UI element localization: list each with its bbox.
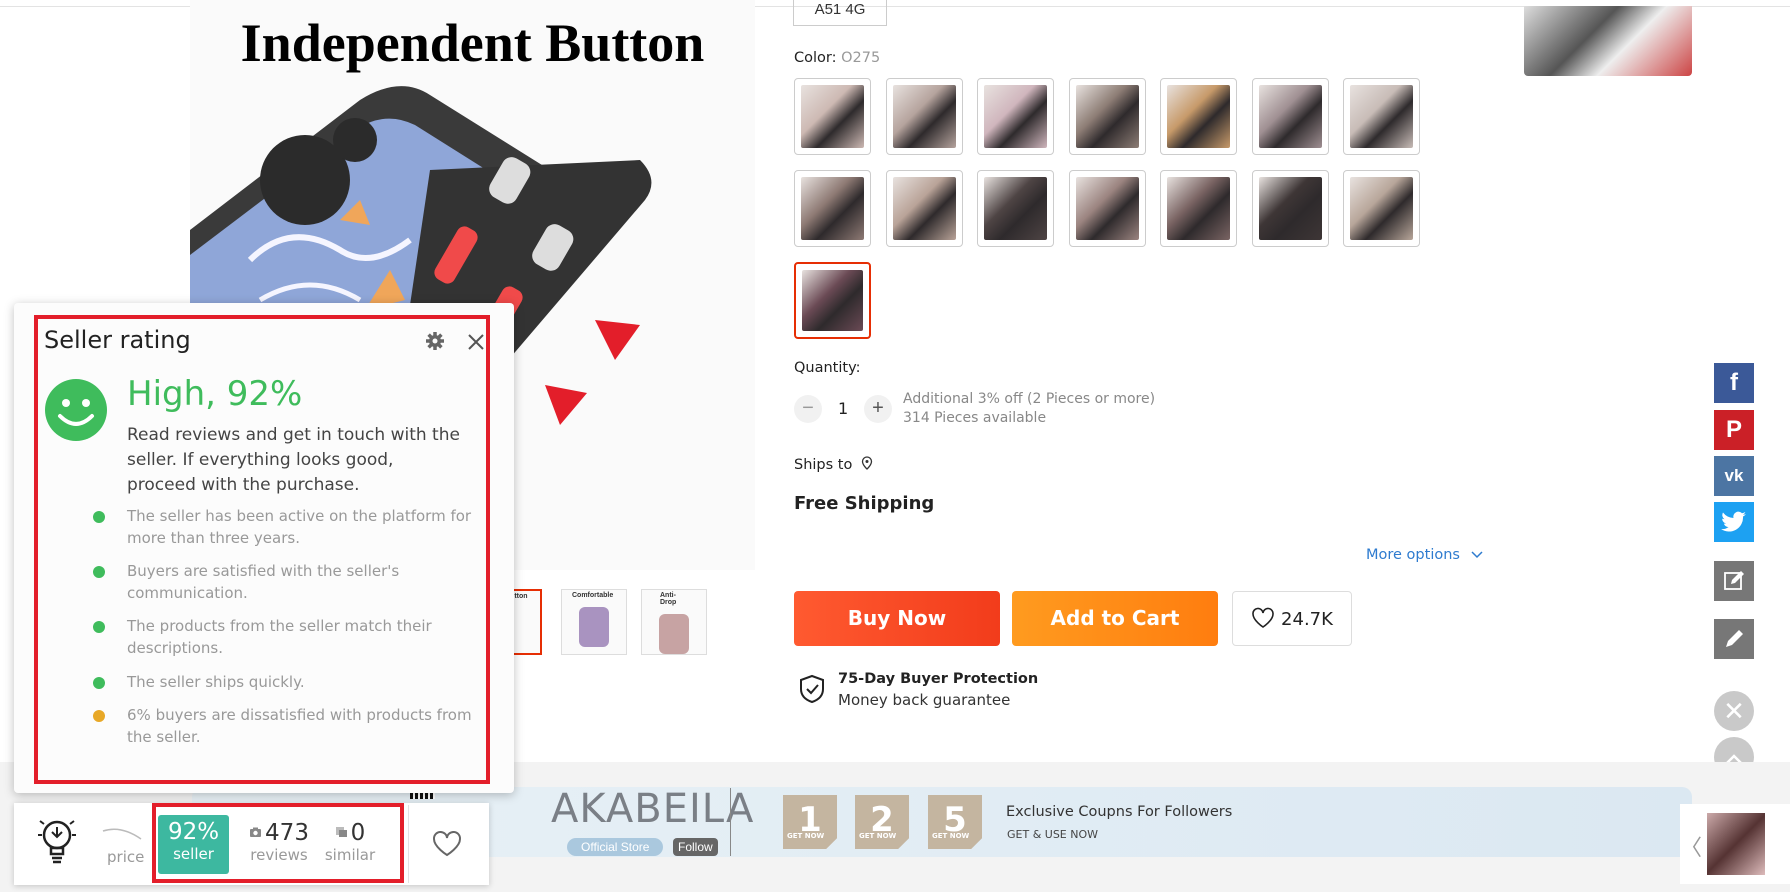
popup-title: Seller rating	[44, 326, 191, 354]
more-options-link[interactable]: More options	[1366, 547, 1483, 563]
price-label[interactable]: price	[107, 848, 144, 866]
toolbar-divider	[408, 805, 409, 883]
color-swatch[interactable]	[1251, 78, 1329, 155]
camera-icon	[250, 827, 262, 837]
reason-item: Buyers are satisfied with the seller's c…	[93, 560, 477, 604]
close-circle-icon[interactable]: ✕	[1714, 691, 1754, 731]
follow-button[interactable]: Follow	[673, 838, 718, 856]
quantity-decrease-button[interactable]: −	[794, 395, 822, 423]
seller-score-badge[interactable]: 92% seller	[158, 815, 229, 874]
wishlist-button[interactable]: 24.7K	[1232, 591, 1352, 646]
color-swatch[interactable]	[794, 262, 871, 339]
close-icon[interactable]	[467, 333, 485, 351]
chevron-left-icon[interactable]: 〈	[1680, 830, 1702, 862]
reason-item: The seller ships quickly.	[93, 671, 477, 693]
coupon-subtitle[interactable]: GET & USE NOW	[1007, 828, 1098, 841]
chevron-down-icon	[1471, 551, 1483, 559]
rating-summary: Read reviews and get in touch with the s…	[127, 425, 460, 495]
status-dot	[93, 677, 105, 689]
color-swatch[interactable]	[1160, 170, 1237, 247]
color-swatch[interactable]	[794, 78, 871, 155]
rating-level: High, 92%	[127, 374, 303, 414]
pencil-icon[interactable]	[1714, 619, 1754, 659]
protection-title: 75-Day Buyer Protection	[838, 671, 1039, 687]
pinterest-icon[interactable]: P	[1714, 410, 1754, 450]
color-swatch[interactable]	[977, 170, 1054, 247]
coupon-title: Exclusive Coupns For Followers	[1006, 804, 1233, 820]
color-swatch[interactable]	[1343, 78, 1420, 155]
vk-icon[interactable]: vk	[1714, 456, 1754, 496]
edit-icon[interactable]	[1714, 561, 1754, 601]
quantity-value[interactable]: 1	[838, 399, 848, 418]
recently-viewed-image[interactable]	[1707, 813, 1765, 875]
color-swatch[interactable]	[885, 78, 963, 155]
variant-chip[interactable]: A51 4G	[793, 0, 887, 26]
store-divider	[730, 788, 731, 856]
similar-stat[interactable]: 0 similar	[322, 820, 378, 864]
reason-item: The products from the seller match their…	[93, 615, 477, 659]
coupon-2[interactable]: 2 GET NOW	[855, 795, 909, 849]
stack-icon	[335, 827, 347, 837]
reason-item: 6% buyers are dissatisfied with products…	[93, 704, 477, 748]
discount-note: Additional 3% off (2 Pieces or more)	[903, 391, 1156, 407]
status-dot	[93, 566, 105, 578]
heart-icon	[1252, 607, 1274, 628]
add-to-cart-button[interactable]: Add to Cart	[1012, 591, 1218, 646]
coupon-1[interactable]: 1 GET NOW	[783, 795, 837, 849]
color-swatch[interactable]	[1251, 170, 1329, 247]
facebook-icon[interactable]: f	[1714, 363, 1754, 403]
color-swatch[interactable]	[794, 170, 871, 247]
buy-now-button[interactable]: Buy Now	[794, 591, 1000, 646]
reason-item: The seller has been active on the platfo…	[93, 505, 477, 549]
quantity-label: Quantity:	[794, 360, 861, 376]
location-pin-icon	[861, 456, 873, 470]
status-dot	[93, 511, 105, 523]
reviews-stat[interactable]: 473 reviews	[243, 820, 315, 864]
shield-check-icon	[800, 674, 824, 704]
coupon-3[interactable]: 5 GET NOW	[928, 795, 982, 849]
color-swatch[interactable]	[977, 78, 1054, 155]
stock-note: 314 Pieces available	[903, 410, 1047, 426]
store-name[interactable]: AKABEILA	[551, 786, 754, 832]
official-store-badge: Official Store	[567, 838, 664, 856]
qr-code	[410, 793, 435, 799]
color-value: O275	[841, 50, 881, 66]
recommended-product-image[interactable]	[1524, 6, 1692, 76]
twitter-icon[interactable]	[1714, 502, 1754, 542]
thumbnail-2[interactable]: Comfortable	[561, 589, 627, 655]
smiley-icon	[45, 379, 107, 441]
shipping-method: Free Shipping	[794, 493, 935, 514]
status-dot	[93, 621, 105, 633]
quantity-increase-button[interactable]: +	[864, 395, 892, 423]
color-swatch[interactable]	[1068, 78, 1146, 155]
gear-icon[interactable]	[425, 331, 445, 351]
lightbulb-icon[interactable]	[38, 815, 76, 869]
ships-to[interactable]: Ships to	[794, 456, 873, 473]
price-trend-icon	[102, 828, 142, 840]
color-swatch[interactable]	[1160, 78, 1237, 155]
status-dot	[93, 710, 105, 722]
color-label: Color: O275	[794, 50, 881, 66]
protection-subtitle: Money back guarantee	[838, 691, 1011, 709]
color-swatch[interactable]	[1068, 170, 1146, 247]
color-swatch[interactable]	[885, 170, 963, 247]
heart-icon[interactable]	[432, 830, 462, 857]
color-swatch[interactable]	[1343, 170, 1420, 247]
thumbnail-3[interactable]: Anti-Drop	[641, 589, 707, 655]
